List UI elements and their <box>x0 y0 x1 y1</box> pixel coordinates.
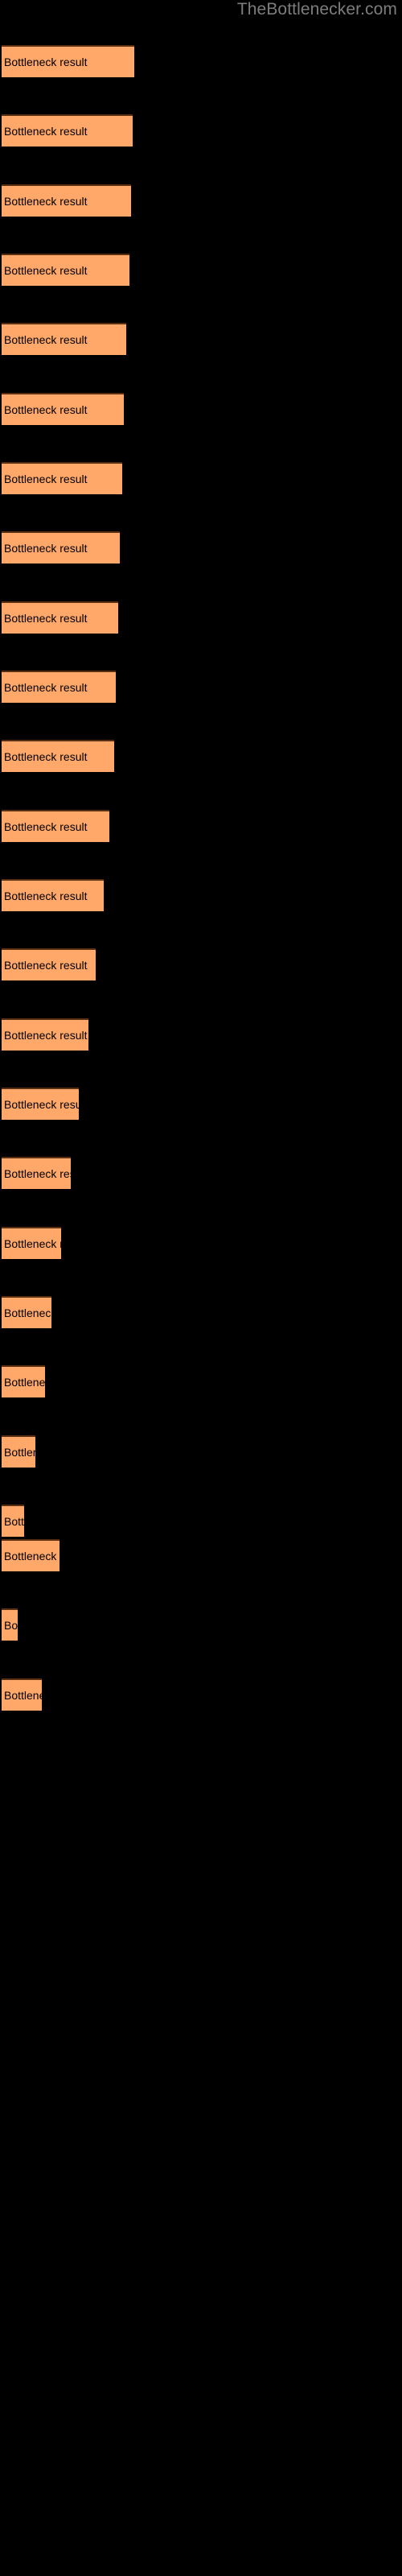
bar: Bottleneck result <box>2 1608 18 1641</box>
bar-label: Bottleneck result <box>4 125 88 138</box>
bar-label: Bottleneck result <box>4 542 88 555</box>
bar-label: Bottleneck result <box>4 333 88 346</box>
plot-area: Bottleneck result Bottleneck result Bottle… <box>0 0 402 1731</box>
bar-label: Bottleneck result <box>4 750 88 763</box>
bar-label: Bottleneck result <box>4 473 88 485</box>
bar-label: Bottleneck result <box>4 1376 45 1389</box>
bar-label: Bottleneck result <box>4 1307 51 1319</box>
bar-label: Bottleneck result <box>4 56 88 68</box>
bar: Bottleneck result <box>2 948 96 980</box>
bar: Bottleneck result <box>2 671 116 703</box>
bar-label: Bottleneck result <box>4 1689 42 1702</box>
bar: Bottleneck result <box>2 531 120 564</box>
bar-label: Bottleneck result <box>4 1098 79 1111</box>
bar-label: Bottleneck result <box>4 264 88 277</box>
bar: Bottleneck result <box>2 323 126 355</box>
bar-label: Bottleneck result <box>4 820 88 833</box>
bar: Bottleneck result <box>2 740 114 772</box>
bar-label: Bottleneck result <box>4 1619 18 1632</box>
bar: Bottleneck result <box>2 1678 42 1711</box>
bar: Bottleneck result <box>2 184 131 217</box>
bar: Bottleneck result <box>2 254 129 286</box>
bar: Bottleneck result <box>2 810 109 842</box>
bottleneck-chart: TheBottlenecker.com Bottleneck result Bot… <box>0 0 402 2576</box>
bar-label: Bottleneck result <box>4 1550 59 1563</box>
bar: Bottleneck result <box>2 1539 59 1571</box>
bar: Bottleneck result <box>2 1088 79 1120</box>
bar-label: Bottleneck result <box>4 612 88 625</box>
bar: Bottleneck result <box>2 879 104 911</box>
bar-label: Bottleneck result <box>4 403 88 416</box>
bar: Bottleneck result <box>2 45 134 77</box>
bar-label: Bottleneck result <box>4 1515 24 1528</box>
bar: Bottleneck result <box>2 1227 61 1259</box>
bar-label: Bottleneck result <box>4 195 88 208</box>
bar-label: Bottleneck result <box>4 1167 71 1180</box>
bar: Bottleneck result <box>2 393 124 425</box>
bar: Bottleneck result <box>2 1296 51 1328</box>
bar-label: Bottleneck result <box>4 890 88 902</box>
bar: Bottleneck result <box>2 1505 24 1537</box>
bar: Bottleneck result <box>2 1018 88 1051</box>
bar: Bottleneck result <box>2 1435 35 1468</box>
bar: Bottleneck result <box>2 1157 71 1189</box>
bar: Bottleneck result <box>2 1365 45 1397</box>
bar-label: Bottleneck result <box>4 1029 88 1042</box>
bar-label: Bottleneck result <box>4 959 88 972</box>
bar-label: Bottleneck result <box>4 1237 61 1250</box>
bar-label: Bottleneck result <box>4 1446 35 1459</box>
bar: Bottleneck result <box>2 114 133 147</box>
bar: Bottleneck result <box>2 601 118 634</box>
bar: Bottleneck result <box>2 462 122 494</box>
bar-label: Bottleneck result <box>4 681 88 694</box>
